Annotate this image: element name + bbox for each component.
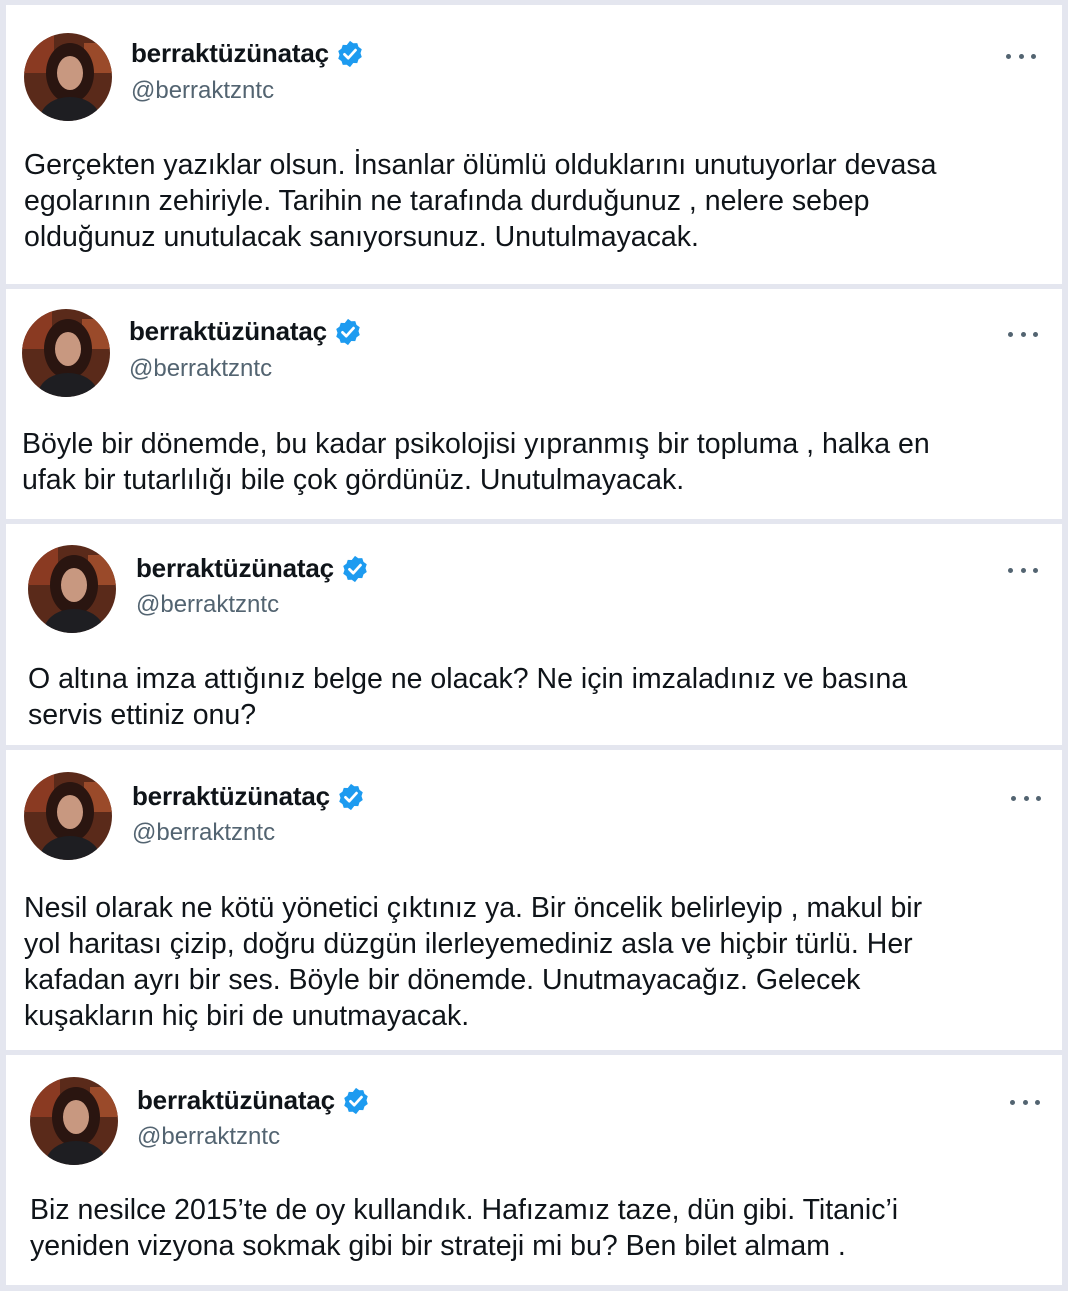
tweet-card[interactable]: berraktüzünataç @berraktzntc Nesil olara… — [6, 750, 1062, 1050]
verified-badge-icon — [335, 39, 365, 69]
tweet-text-line: yeniden vizyona sokmak gibi bir strateji… — [30, 1230, 846, 1262]
profile-avatar[interactable] — [28, 545, 116, 633]
tweet-text: Böyle bir dönemde, bu kadar psikolojisi … — [22, 426, 930, 498]
profile-avatar[interactable] — [24, 772, 112, 860]
author-display-name[interactable]: berraktüzünataç — [129, 316, 327, 347]
tweet-text-line: yol haritası çizip, doğru düzgün ilerley… — [24, 928, 913, 960]
author-display-name[interactable]: berraktüzünataç — [136, 553, 334, 584]
author-display-name[interactable]: berraktüzünataç — [132, 781, 330, 812]
verified-badge-icon — [341, 1086, 371, 1116]
author-name-row[interactable]: berraktüzünataç — [136, 553, 370, 584]
author-name-row[interactable]: berraktüzünataç — [131, 38, 365, 69]
tweet-text: Nesil olarak ne kötü yönetici çıktınız y… — [24, 890, 922, 1034]
author-handle[interactable]: @berraktzntc — [131, 77, 274, 105]
tweet-text-line: Nesil olarak ne kötü yönetici çıktınız y… — [24, 892, 923, 924]
tweet-text-line: kuşakların hiç biri de unutmayacak. — [24, 1000, 470, 1032]
tweet-card[interactable]: berraktüzünataç @berraktzntc Gerçekten y… — [6, 5, 1062, 284]
more-options-icon[interactable] — [1006, 51, 1036, 61]
more-options-icon[interactable] — [1008, 565, 1038, 575]
profile-avatar[interactable] — [22, 309, 110, 397]
tweet-text-line: kafadan ayrı bir ses. Böyle bir dönemde.… — [24, 964, 861, 996]
profile-avatar[interactable] — [30, 1077, 118, 1165]
tweet-text-line: Biz nesilce 2015’te de oy kullandık. Haf… — [30, 1194, 899, 1226]
tweet-text: O altına imza attığınız belge ne olacak?… — [28, 661, 907, 733]
verified-badge-icon — [340, 554, 370, 584]
tweet-text: Biz nesilce 2015’te de oy kullandık. Haf… — [30, 1192, 898, 1264]
author-handle[interactable]: @berraktzntc — [132, 819, 275, 847]
author-display-name[interactable]: berraktüzünataç — [137, 1085, 335, 1116]
author-handle[interactable]: @berraktzntc — [136, 591, 279, 619]
verified-badge-icon — [336, 782, 366, 812]
more-options-icon[interactable] — [1011, 793, 1041, 803]
tweet-text-line: Gerçekten yazıklar olsun. İnsanlar ölüml… — [24, 149, 937, 181]
profile-avatar[interactable] — [24, 33, 112, 121]
author-handle[interactable]: @berraktzntc — [129, 355, 272, 383]
tweet-text-line: Böyle bir dönemde, bu kadar psikolojisi … — [22, 428, 930, 460]
tweet-card[interactable]: berraktüzünataç @berraktzntc Böyle bir d… — [6, 289, 1062, 519]
tweet-card[interactable]: berraktüzünataç @berraktzntc O altına im… — [6, 524, 1062, 745]
tweet-text-line: servis ettiniz onu? — [28, 699, 257, 731]
tweet-text: Gerçekten yazıklar olsun. İnsanlar ölüml… — [24, 147, 936, 255]
author-name-row[interactable]: berraktüzünataç — [129, 316, 363, 347]
tweet-card[interactable]: berraktüzünataç @berraktzntc Biz nesilce… — [6, 1055, 1062, 1285]
author-name-row[interactable]: berraktüzünataç — [137, 1085, 371, 1116]
author-handle[interactable]: @berraktzntc — [137, 1123, 280, 1151]
author-display-name[interactable]: berraktüzünataç — [131, 38, 329, 69]
tweet-text-line: olduğunuz unutulacak sanıyorsunuz. Unutu… — [24, 221, 699, 253]
author-name-row[interactable]: berraktüzünataç — [132, 781, 366, 812]
tweet-text-line: O altına imza attığınız belge ne olacak?… — [28, 663, 908, 695]
more-options-icon[interactable] — [1008, 329, 1038, 339]
more-options-icon[interactable] — [1010, 1097, 1040, 1107]
verified-badge-icon — [333, 317, 363, 347]
tweet-text-line: egolarının zehiriyle. Tarihin ne tarafın… — [24, 185, 870, 217]
tweet-text-line: ufak bir tutarlılığı bile çok gördünüz. … — [22, 464, 685, 496]
